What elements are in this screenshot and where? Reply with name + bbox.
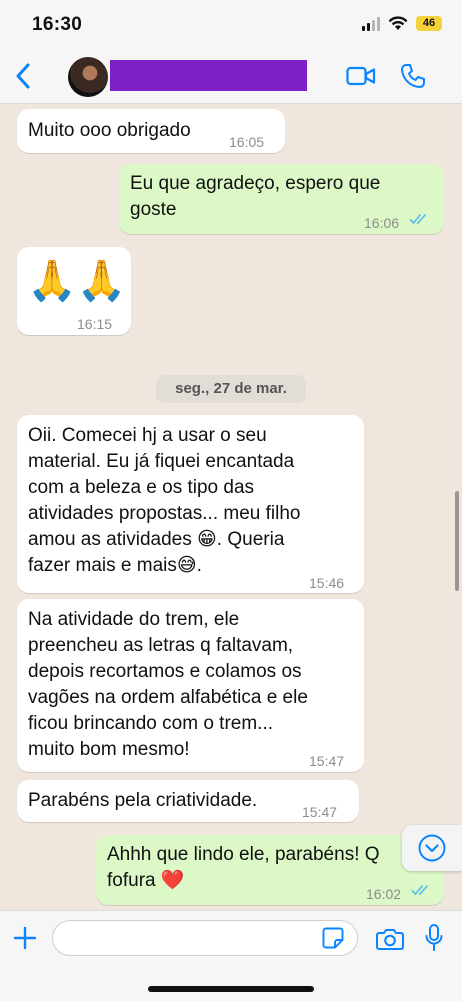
message-time: 15:47 bbox=[302, 804, 338, 820]
message-emoji: 🙏🙏 bbox=[27, 253, 127, 305]
chevron-down-circle-icon bbox=[418, 834, 446, 862]
battery-indicator: 46 bbox=[416, 16, 442, 31]
read-ticks-icon bbox=[409, 213, 427, 225]
status-bar: 16:30 46 bbox=[0, 0, 462, 48]
plus-icon[interactable] bbox=[12, 925, 38, 951]
contact-name-redacted[interactable] bbox=[110, 60, 307, 91]
message-text: 🙏🙏 bbox=[27, 259, 127, 303]
scrollbar[interactable] bbox=[455, 491, 459, 591]
chevron-left-icon[interactable] bbox=[12, 62, 36, 90]
contact-avatar[interactable] bbox=[68, 57, 108, 97]
message-time: 16:05 bbox=[229, 134, 265, 150]
message-time: 15:47 bbox=[309, 753, 345, 769]
chat-header bbox=[0, 48, 462, 104]
home-indicator bbox=[148, 986, 314, 992]
message-time: 16:06 bbox=[364, 215, 400, 231]
message-time: 16:15 bbox=[77, 316, 113, 332]
message-incoming[interactable]: Muito ooo obrigado 16:05 bbox=[17, 109, 285, 153]
message-text: Na atividade do trem, ele preencheu as l… bbox=[28, 609, 308, 760]
message-outgoing[interactable]: Eu que agradeço, espero que goste 16:06 bbox=[119, 164, 444, 234]
message-time: 15:46 bbox=[309, 575, 345, 591]
wifi-icon bbox=[388, 16, 408, 30]
camera-icon[interactable] bbox=[376, 927, 404, 951]
message-incoming[interactable]: Parabéns pela criatividade. 15:47 bbox=[17, 780, 359, 822]
microphone-icon[interactable] bbox=[424, 923, 444, 953]
phone-icon[interactable] bbox=[400, 63, 426, 89]
read-ticks-icon bbox=[411, 884, 429, 896]
cellular-signal-icon bbox=[362, 16, 380, 31]
message-outgoing[interactable]: Ahhh que lindo ele, parabéns! Q fofura ❤… bbox=[96, 835, 444, 905]
date-separator: seg., 27 de mar. bbox=[156, 375, 306, 403]
message-text: Ahhh que lindo ele, parabéns! Q fofura ❤… bbox=[107, 844, 380, 891]
message-text: Eu que agradeço, espero que goste bbox=[130, 173, 381, 220]
message-incoming[interactable]: Oii. Comecei hj a usar o seu material. E… bbox=[17, 415, 364, 593]
sticker-icon[interactable] bbox=[322, 927, 344, 949]
message-incoming[interactable]: 🙏🙏 16:15 bbox=[17, 247, 131, 335]
message-text: Parabéns pela criatividade. bbox=[28, 790, 258, 811]
chat-messages-area[interactable]: Muito ooo obrigado 16:05 Eu que agradeço… bbox=[0, 105, 462, 910]
video-camera-icon[interactable] bbox=[346, 65, 376, 87]
message-text: Muito ooo obrigado bbox=[28, 120, 191, 141]
message-incoming[interactable]: Na atividade do trem, ele preencheu as l… bbox=[17, 599, 364, 772]
scroll-to-bottom-button[interactable] bbox=[402, 825, 462, 871]
message-time: 16:02 bbox=[366, 886, 402, 902]
message-text: Oii. Comecei hj a usar o seu material. E… bbox=[28, 425, 301, 576]
status-time: 16:30 bbox=[32, 14, 83, 35]
message-input[interactable] bbox=[52, 920, 358, 956]
